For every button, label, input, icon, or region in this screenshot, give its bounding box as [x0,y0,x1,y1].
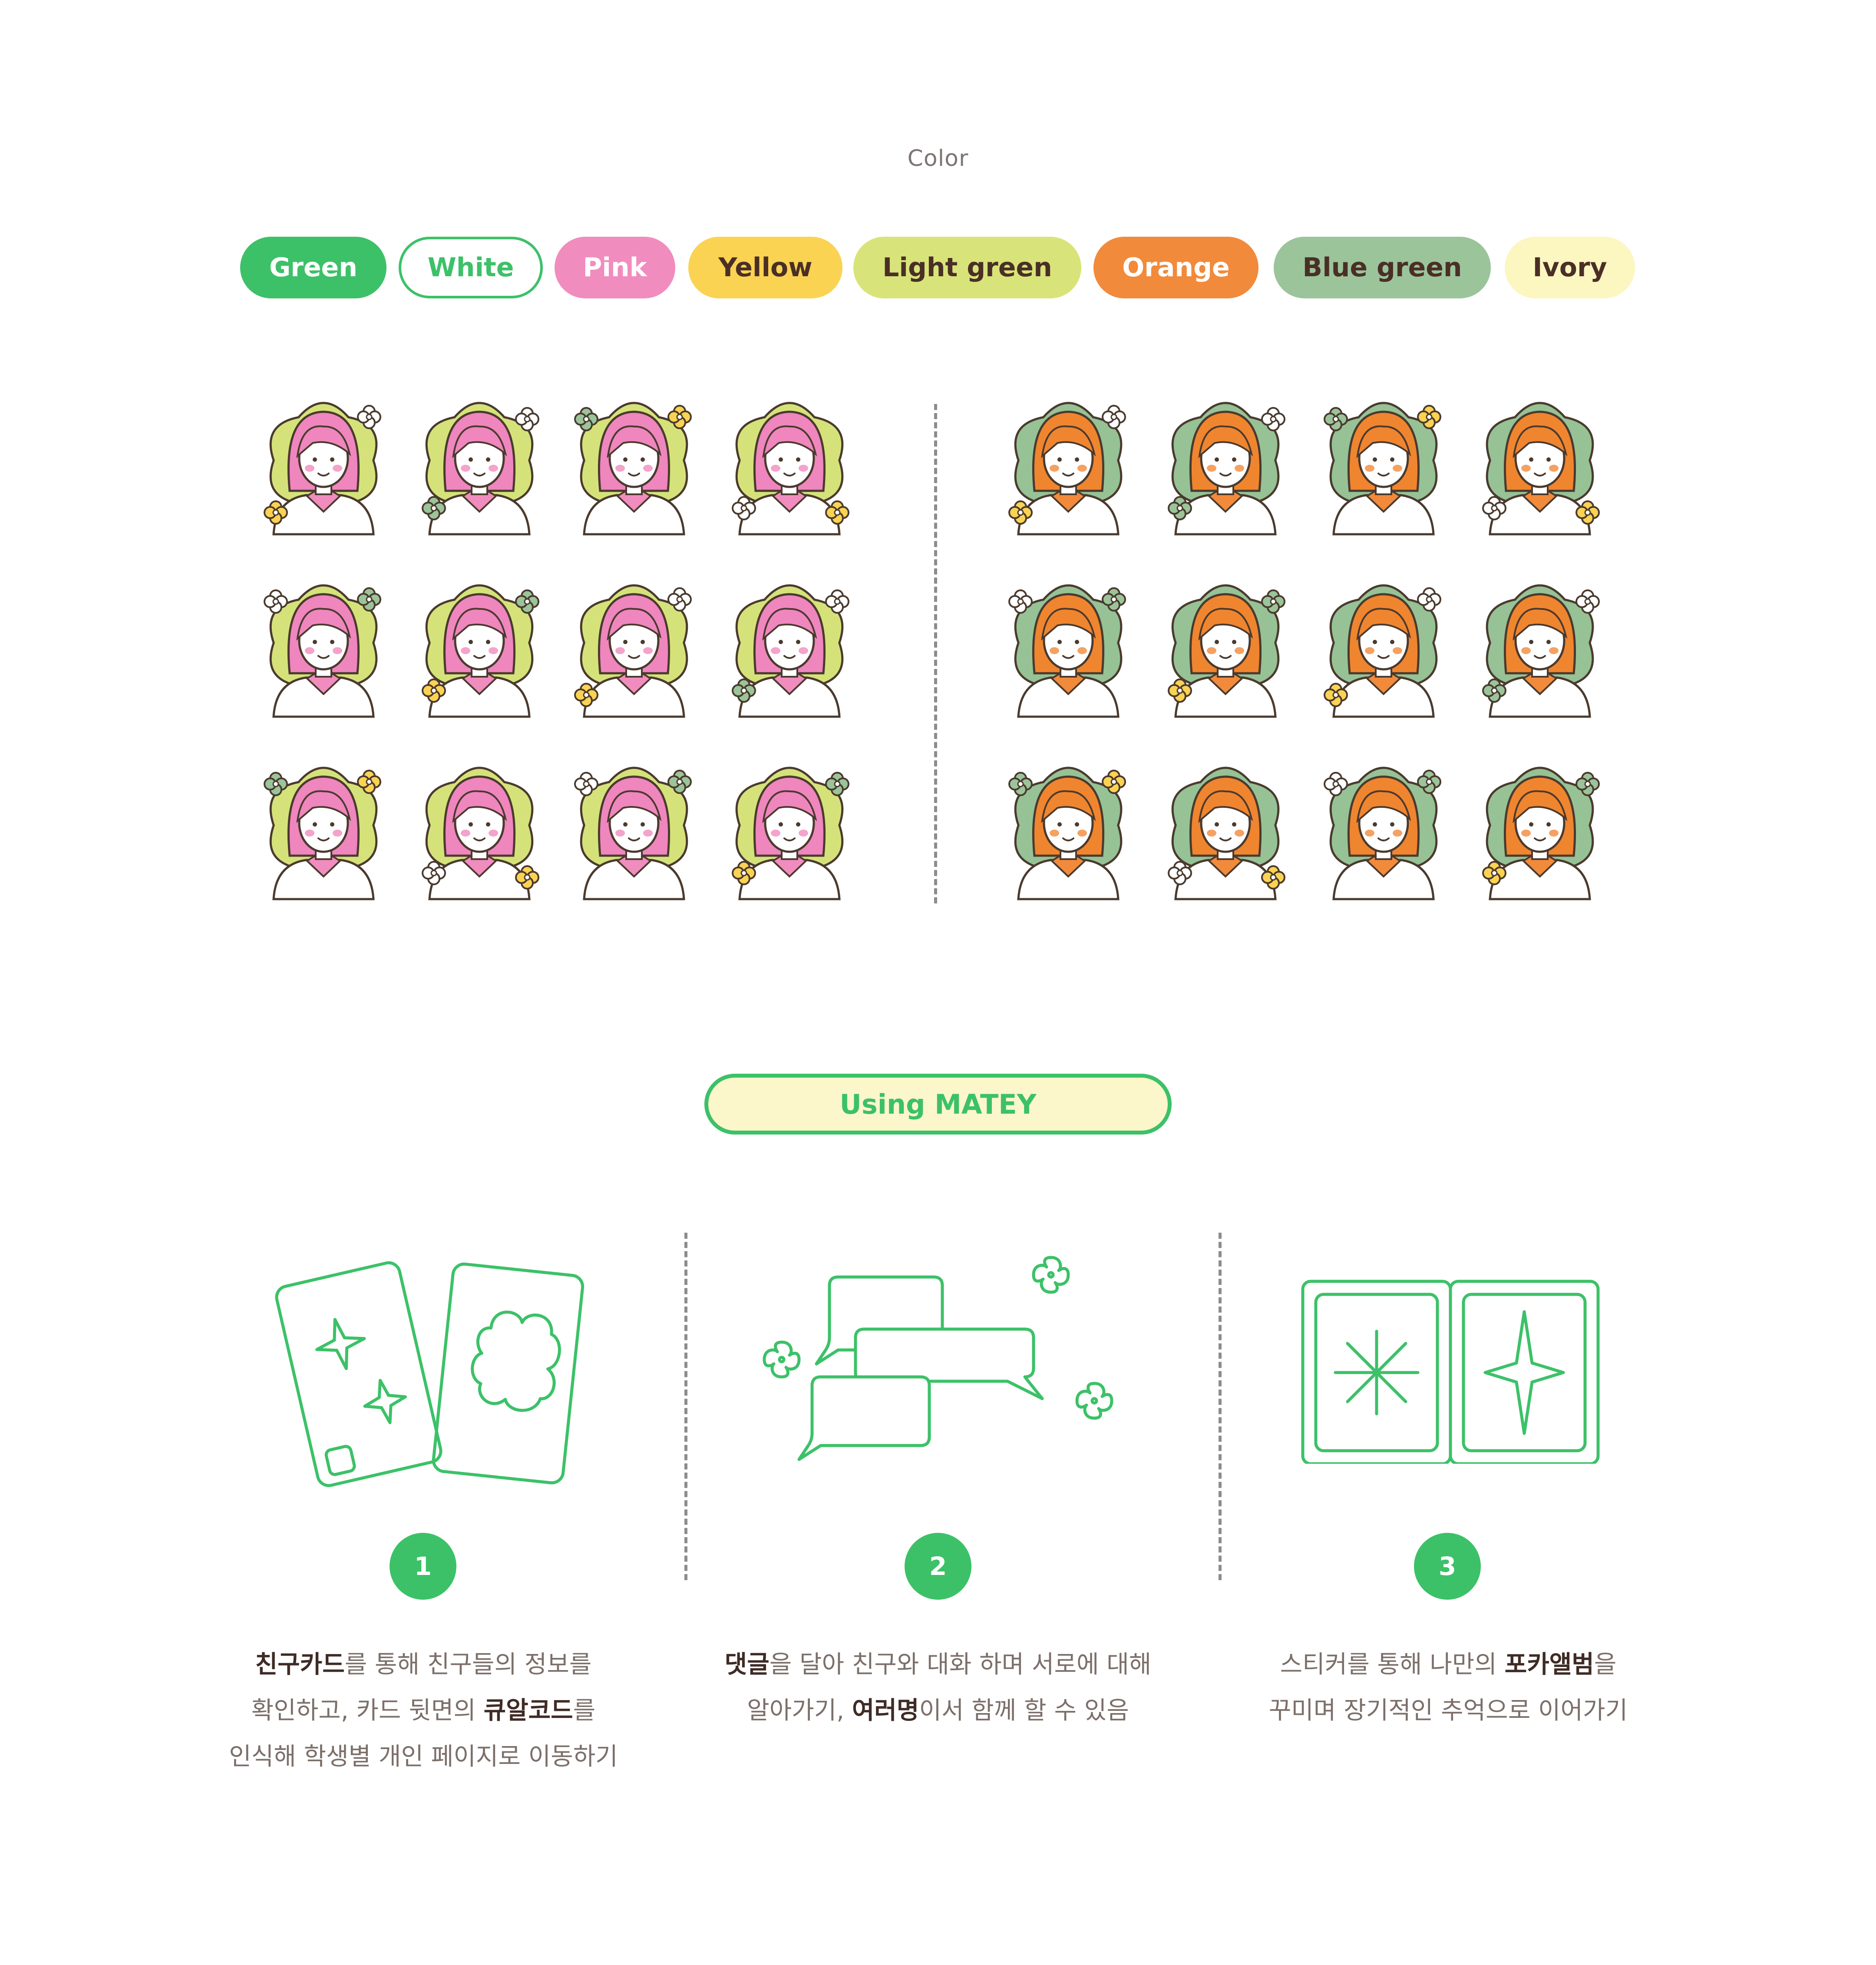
avatar-right-11 [1324,767,1441,900]
step-description-1: 친구카드를 통해 친구들의 정보를 확인하고, 카드 뒷면의 큐알코드를 인식해… [174,1642,673,1780]
step-3-line-1: 스티커를 통해 나만의 포카앨범을 [1280,1651,1617,1679]
photocard-album-illustration [1301,1280,1600,1464]
step-description-3: 스티커를 통해 나만의 포카앨범을 꾸미며 장기적인 추억으로 이어가기 [1212,1642,1685,1734]
avatar-left-8 [732,584,849,718]
avatar-left-10 [422,767,539,900]
avatar-right-10 [1168,767,1285,900]
friend-card-illustration [275,1261,585,1487]
step-number-2: 2 [905,1533,971,1600]
avatar-right-8 [1482,584,1600,718]
card-back-icon [432,1262,585,1485]
asterisk-sticker-icon [1334,1330,1420,1416]
avatar-right-7 [1324,584,1441,718]
avatar-grid [264,402,1600,900]
step-1-line-2: 확인하고, 카드 뒷면의 큐알코드를 [251,1697,596,1725]
avatar-left-3 [574,402,692,536]
avatar-right-12 [1482,767,1600,900]
avatar-right-5 [1008,584,1126,718]
step-number-1: 1 [390,1533,456,1600]
clover-icon [763,1340,801,1379]
avatar-left-2 [422,402,539,536]
step-description-2: 댓글을 달아 친구와 대화 하며 서로에 대해 알아가기, 여러명이서 함께 할… [695,1642,1181,1734]
sparkle-sticker-icon [1483,1310,1565,1435]
card-front-icon [275,1261,443,1487]
step-2-line-1: 댓글을 달아 친구와 대화 하며 서로에 대해 [724,1651,1152,1679]
step-1-line-3: 인식해 학생별 개인 페이지로 이동하기 [229,1743,618,1771]
chat-bubble-bottom [797,1375,931,1461]
avatar-right-3 [1324,402,1441,536]
avatar-left-7 [574,584,692,718]
step-number-3: 3 [1414,1533,1481,1600]
avatar-left-11 [574,767,692,900]
avatar-divider [934,404,937,903]
step-divider-2 [1219,1233,1222,1580]
avatar-right-1 [1008,402,1126,536]
comment-illustration [763,1256,1113,1461]
step-divider-1 [684,1233,687,1580]
clover-icon [1032,1256,1070,1294]
avatar-right-9 [1008,767,1126,900]
avatar-left-9 [264,767,381,900]
avatar-right-2 [1168,402,1285,536]
avatar-left-4 [732,402,849,536]
avatar-right-6 [1168,584,1285,718]
album-right-page [1449,1280,1600,1464]
avatar-left-6 [422,584,539,718]
using-matey-title: Using MATEY [704,1074,1172,1135]
avatar-left-5 [264,584,381,718]
clover-icon [1075,1382,1113,1420]
avatar-left-12 [732,767,849,900]
step-1-line-1: 친구카드를 통해 친구들의 정보를 [255,1651,592,1679]
step-3-line-2: 꾸미며 장기적인 추억으로 이어가기 [1268,1697,1628,1725]
avatar-left-1 [264,402,381,536]
avatar-right-4 [1482,402,1600,536]
step-2-line-2: 알아가기, 여러명이서 함께 할 수 있음 [747,1697,1129,1725]
